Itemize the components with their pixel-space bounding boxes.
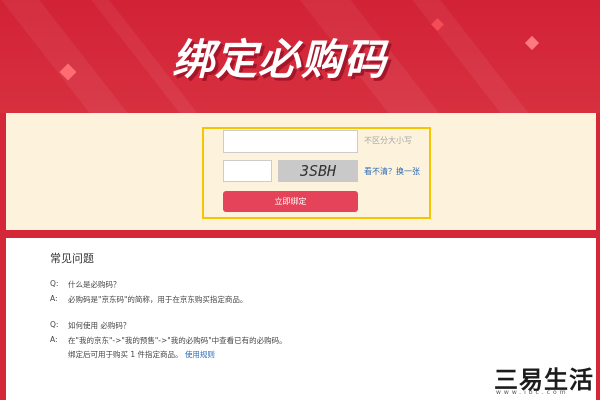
- faq-question: 什么是必购码？: [68, 280, 121, 289]
- banner-stripe: [404, 0, 558, 113]
- bind-now-button[interactable]: 立即绑定: [223, 191, 358, 212]
- answer-label: A:: [50, 294, 58, 303]
- watermark-url: www.ibc.com: [496, 389, 569, 396]
- faq-title: 常见问题: [50, 252, 94, 265]
- usage-rules-link[interactable]: 使用规则: [185, 350, 215, 359]
- faq-answer-text: 绑定后可用于购买 1 件指定商品。: [68, 350, 183, 359]
- faq-answer-continued: 绑定后可用于购买 1 件指定商品。 使用规则: [68, 349, 215, 360]
- panel-notch-right: [592, 230, 600, 238]
- banner: 绑定必购码: [0, 0, 600, 113]
- purchase-code-input[interactable]: [223, 130, 358, 153]
- diamond-decoration-icon: [524, 35, 540, 51]
- refresh-captcha-link[interactable]: 看不清？换一张: [364, 166, 420, 177]
- case-insensitive-hint: 不区分大小写: [364, 136, 412, 145]
- faq-answer: 在"我的京东"->"我的预售"->"我的必购码"中查看已有的必购码。: [68, 336, 287, 345]
- faq-answer: 必购码是"京东码"的简称，用于在京东购买指定商品。: [68, 295, 248, 304]
- panel-notch-left: [0, 230, 8, 238]
- question-label: Q:: [50, 279, 59, 288]
- captcha-input[interactable]: [223, 160, 272, 182]
- page-title: 绑定必购码: [172, 35, 388, 84]
- question-label: Q:: [50, 320, 59, 329]
- answer-label: A:: [50, 335, 58, 344]
- captcha-image[interactable]: 3SBH: [278, 160, 358, 182]
- banner-stripe: [0, 0, 155, 113]
- faq-question: 如何使用 必购码？: [68, 321, 131, 330]
